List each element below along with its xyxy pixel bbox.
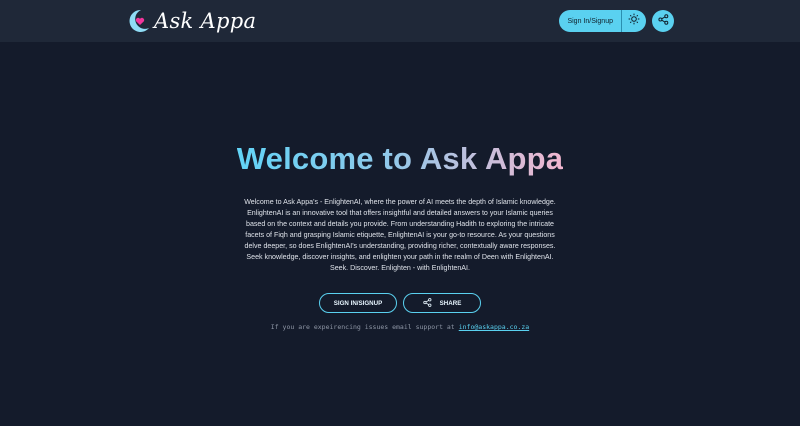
moon-heart-logo-icon bbox=[128, 8, 152, 34]
intro-paragraph: Welcome to Ask Appa's - EnlightenAI, whe… bbox=[244, 198, 556, 272]
page-title: Welcome to Ask Appa bbox=[236, 141, 564, 176]
support-notice: If you are expeirencing issues email sup… bbox=[0, 323, 800, 331]
signin-theme-group: Sign In/Signup bbox=[559, 10, 646, 32]
signin-button[interactable]: SIGN IN/SIGNUP bbox=[319, 293, 397, 313]
logo[interactable]: Ask Appa bbox=[128, 6, 256, 36]
share-button[interactable]: SHARE bbox=[403, 293, 481, 313]
sun-icon bbox=[628, 12, 640, 30]
top-navbar: Ask Appa Sign In/Signup bbox=[0, 0, 800, 42]
logo-text: Ask Appa bbox=[154, 9, 257, 33]
theme-toggle-button[interactable] bbox=[622, 10, 646, 32]
header-actions: Sign In/Signup bbox=[559, 10, 674, 32]
support-text: If you are expeirencing issues email sup… bbox=[270, 323, 455, 331]
share-button-label: SHARE bbox=[439, 299, 462, 307]
header-signin-button[interactable]: Sign In/Signup bbox=[559, 10, 622, 32]
share-icon bbox=[422, 297, 432, 309]
support-email-link[interactable]: info@askappa.co.za bbox=[459, 323, 529, 331]
share-icon bbox=[657, 12, 669, 30]
header-share-button[interactable] bbox=[652, 10, 674, 32]
